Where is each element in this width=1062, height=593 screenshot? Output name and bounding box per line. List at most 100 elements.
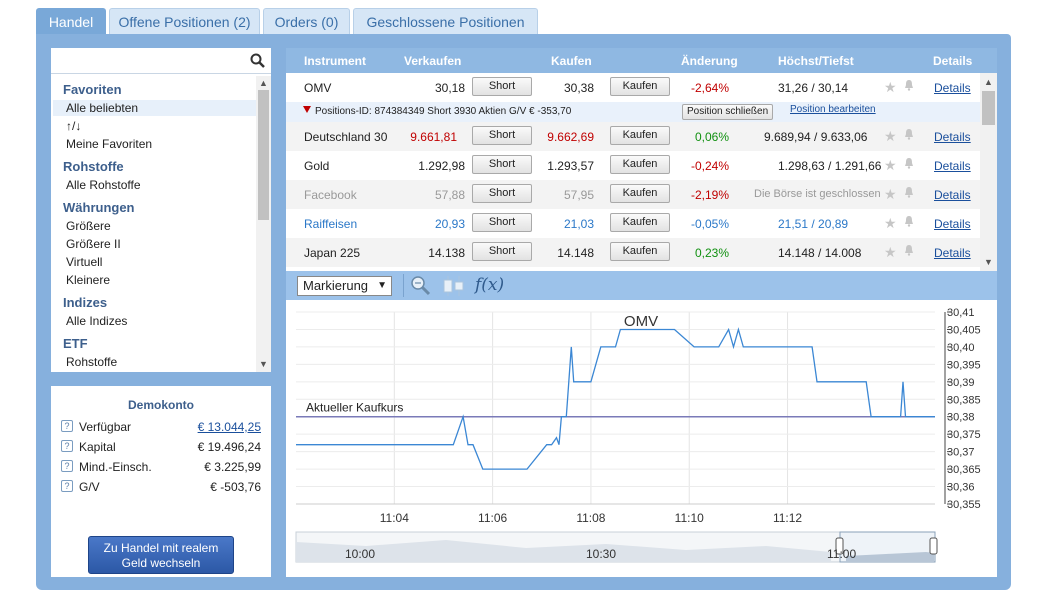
- y-tick-label: 30,41: [947, 307, 975, 319]
- search-input[interactable]: [53, 51, 243, 71]
- short-button[interactable]: Short: [472, 242, 532, 261]
- scroll-up-icon[interactable]: ▲: [259, 78, 268, 88]
- buy-button[interactable]: Kaufen: [610, 184, 670, 203]
- sidebar-item-groessere[interactable]: Größere: [66, 219, 111, 233]
- star-icon[interactable]: ★: [884, 244, 897, 261]
- table-row[interactable]: Gold 1.292,98 Short 1.293,57 Kaufen -0,24% 1.2…: [286, 151, 980, 180]
- help-icon[interactable]: ?: [61, 440, 73, 452]
- short-button[interactable]: Short: [472, 126, 532, 145]
- sidebar-item-meine-favoriten[interactable]: Meine Favoriten: [66, 137, 152, 151]
- account-value-margin: € 3.225,99: [204, 460, 261, 474]
- instrument-name[interactable]: OMV: [304, 81, 331, 95]
- sidebar-item-sort[interactable]: ↑/↓: [66, 119, 81, 133]
- collapse-arrow-icon[interactable]: [303, 106, 311, 113]
- short-button[interactable]: Short: [472, 184, 532, 203]
- buy-button[interactable]: Kaufen: [610, 77, 670, 96]
- x-tick-label: 11:06: [478, 511, 507, 525]
- sidebar-item-alle-beliebten[interactable]: Alle beliebten: [66, 101, 138, 115]
- details-link[interactable]: Details: [934, 81, 971, 95]
- high-low: 21,51 / 20,89: [778, 217, 849, 231]
- tab-orders[interactable]: Orders (0): [263, 8, 350, 35]
- table-row[interactable]: Japan 225 14.138 Short 14.148 Kaufen 0,23% 14.…: [286, 238, 980, 267]
- sidebar-item-etf-rohstoffe[interactable]: Rohstoffe: [66, 355, 117, 369]
- high-low: 9.689,94 / 9.633,06: [764, 130, 868, 144]
- bell-icon[interactable]: [904, 186, 914, 198]
- buy-button[interactable]: Kaufen: [610, 126, 670, 145]
- edit-position-link[interactable]: Position bearbeiten: [790, 104, 876, 115]
- star-icon[interactable]: ★: [884, 215, 897, 232]
- close-position-button[interactable]: Position schließen: [682, 104, 774, 120]
- star-icon[interactable]: ★: [884, 128, 897, 145]
- table-row[interactable]: Deutschland 30 9.661,81 Short 9.662,69 Kaufe…: [286, 122, 980, 151]
- y-tick-label: 30,375: [947, 429, 981, 441]
- short-button[interactable]: Short: [472, 77, 532, 96]
- account-label: G/V: [79, 480, 100, 494]
- instrument-name[interactable]: Gold: [304, 159, 329, 173]
- details-link[interactable]: Details: [934, 246, 971, 260]
- scroll-up-icon[interactable]: ▲: [984, 77, 993, 87]
- y-tick-label: 30,36: [947, 482, 975, 494]
- bell-icon[interactable]: [904, 215, 914, 227]
- tab-offene-positionen[interactable]: Offene Positionen (2): [109, 8, 260, 35]
- scroll-down-icon[interactable]: ▼: [259, 359, 268, 369]
- bell-icon[interactable]: [904, 79, 914, 91]
- help-icon[interactable]: ?: [61, 460, 73, 472]
- switch-real-money-button[interactable]: Zu Handel mit realem Geld wechseln: [88, 536, 234, 574]
- account-value-verfuegbar[interactable]: € 13.044,25: [198, 420, 261, 434]
- details-link[interactable]: Details: [934, 217, 971, 231]
- table-row[interactable]: Raiffeisen 20,93 Short 21,03 Kaufen -0,05% 21,…: [286, 209, 980, 238]
- sell-price: 20,93: [434, 217, 465, 231]
- buy-button[interactable]: Kaufen: [610, 155, 670, 174]
- bell-icon[interactable]: [904, 128, 914, 140]
- table-row[interactable]: OMV 30,18 Short 30,38 Kaufen -2,64% 31,26 / 30…: [286, 73, 980, 102]
- scroll-thumb[interactable]: [982, 91, 995, 125]
- y-tick-label: 30,385: [947, 394, 981, 406]
- short-button[interactable]: Short: [472, 155, 532, 174]
- instrument-name[interactable]: Deutschland 30: [304, 130, 387, 144]
- tab-handel[interactable]: Handel: [36, 8, 106, 35]
- sidebar-item-groessere-ii[interactable]: Größere II: [66, 237, 121, 251]
- buy-button[interactable]: Kaufen: [610, 242, 670, 261]
- header-verkaufen: Verkaufen: [404, 54, 462, 68]
- drawing-mode-select[interactable]: Markierung ▼: [297, 276, 392, 296]
- help-icon[interactable]: ?: [61, 480, 73, 492]
- instrument-name[interactable]: Facebook: [304, 188, 357, 202]
- sidebar-item-alle-indizes[interactable]: Alle Indizes: [66, 314, 127, 328]
- sidebar-item-alle-rohstoffe[interactable]: Alle Rohstoffe: [66, 178, 141, 192]
- header-kaufen: Kaufen: [551, 54, 592, 68]
- sidebar-scrollbar[interactable]: ▲ ▼: [256, 76, 271, 372]
- high-low: 1.298,63 / 1.291,66: [778, 159, 882, 173]
- sell-price: 1.292,98: [418, 159, 465, 173]
- bell-icon[interactable]: [904, 157, 914, 169]
- table-row[interactable]: Facebook 57,88 Short 57,95 Kaufen -2,19% Die B…: [286, 180, 980, 209]
- sidebar-item-kleinere[interactable]: Kleinere: [66, 273, 110, 287]
- high-low: Die Börse ist geschlossen: [754, 188, 881, 200]
- star-icon[interactable]: ★: [884, 157, 897, 174]
- bell-icon[interactable]: [904, 244, 914, 256]
- candlestick-icon[interactable]: [440, 274, 466, 298]
- table-scrollbar[interactable]: ▲ ▼: [980, 73, 997, 271]
- tab-geschlossene-positionen[interactable]: Geschlossene Positionen: [353, 8, 538, 35]
- scroll-thumb[interactable]: [258, 90, 269, 220]
- help-icon[interactable]: ?: [61, 420, 73, 432]
- chart-title: OMV: [624, 313, 658, 330]
- instrument-name[interactable]: Japan 225: [304, 246, 360, 260]
- change-percent: -2,19%: [690, 188, 729, 202]
- sidebar-item-virtuell[interactable]: Virtuell: [66, 255, 102, 269]
- buy-button[interactable]: Kaufen: [610, 213, 670, 232]
- instrument-name[interactable]: Raiffeisen: [304, 217, 357, 231]
- star-icon[interactable]: ★: [884, 186, 897, 203]
- scroll-down-icon[interactable]: ▼: [984, 257, 993, 267]
- search-icon[interactable]: [250, 53, 266, 69]
- star-icon[interactable]: ★: [884, 79, 897, 96]
- details-link[interactable]: Details: [934, 188, 971, 202]
- price-chart[interactable]: 11:04 11:06 11:08 11:10 11:12 30,41 30,405 30,4…: [286, 300, 997, 577]
- account-label: Kapital: [79, 440, 116, 454]
- zoom-icon[interactable]: [410, 275, 432, 297]
- function-icon[interactable]: f(x): [475, 275, 504, 295]
- short-button[interactable]: Short: [472, 213, 532, 232]
- details-link[interactable]: Details: [934, 159, 971, 173]
- header-hoechst-tiefst: Höchst/Tiefst: [778, 54, 854, 68]
- high-low: 31,26 / 30,14: [778, 81, 849, 95]
- details-link[interactable]: Details: [934, 130, 971, 144]
